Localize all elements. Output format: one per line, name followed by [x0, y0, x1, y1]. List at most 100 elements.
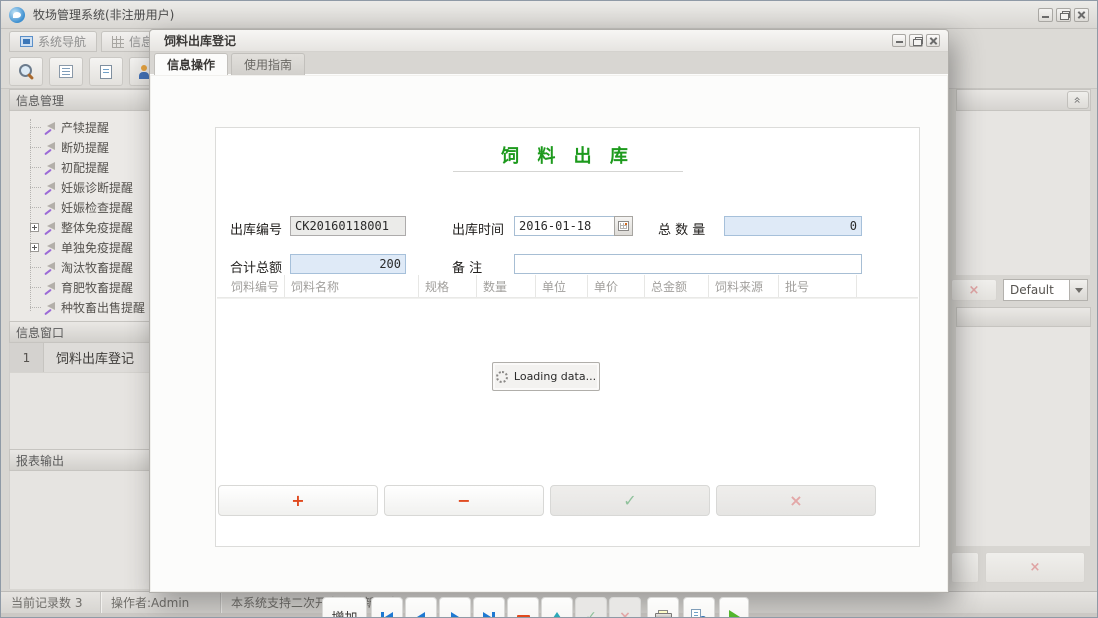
tree-item-pregnancy-check[interactable]: 妊娠检查提醒 [10, 197, 158, 217]
tab-label: 使用指南 [244, 58, 293, 72]
expand-plus-icon[interactable] [30, 222, 39, 232]
expand-plus-icon[interactable] [30, 242, 39, 252]
remove-row-button[interactable]: − [384, 485, 544, 516]
outbound-time-field[interactable] [514, 216, 614, 236]
list-item[interactable]: 1 饲料出库登记 [10, 343, 158, 373]
column-header[interactable]: 规格 [419, 275, 477, 297]
chevron-down-icon[interactable] [1069, 280, 1087, 300]
prev-record-button[interactable] [405, 597, 437, 617]
form-icon [59, 65, 73, 78]
column-header[interactable]: 数量 [477, 275, 536, 297]
total-qty-field[interactable] [724, 216, 862, 236]
print-button[interactable] [647, 597, 679, 617]
edit-record-button[interactable] [541, 597, 573, 617]
tab-user-guide[interactable]: 使用指南 [231, 53, 306, 75]
delete-record-button[interactable] [507, 597, 539, 617]
next-record-button[interactable] [439, 597, 471, 617]
first-record-icon [381, 611, 384, 617]
grid-icon [112, 35, 124, 48]
first-record-button[interactable] [371, 597, 403, 617]
tree-item-pregnancy-diagnosis[interactable]: 妊娠诊断提醒 [10, 177, 158, 197]
sidebar-section-info-window[interactable]: 信息窗口 [9, 321, 159, 343]
cancel-button[interactable]: × [716, 485, 876, 516]
column-header[interactable]: 总金额 [645, 275, 709, 297]
right-panel-body [956, 111, 1090, 275]
column-header[interactable]: 批号 [779, 275, 857, 297]
add-row-button[interactable]: + [218, 485, 378, 516]
background-cancel-button[interactable]: × [951, 279, 997, 301]
right-panel-body-2 [956, 327, 1090, 546]
last-record-icon [483, 611, 491, 617]
reminder-icon [44, 281, 57, 293]
tab-label: 信息操作 [167, 58, 216, 72]
cancel-record-button[interactable]: × [609, 597, 641, 617]
print-preview-button[interactable] [683, 597, 715, 617]
search-button[interactable] [9, 57, 43, 86]
reminder-icon [44, 221, 57, 233]
outbound-no-label: 出库编号 [230, 223, 283, 238]
column-header[interactable]: 单位 [536, 275, 588, 297]
tree-item-herd-immunity[interactable]: 整体免疫提醒 [10, 217, 158, 237]
default-combobox[interactable]: Default [1003, 279, 1088, 301]
dialog-body: 饲 料 出 库 出库编号 出库时间 总 数 量 合计总额 备 注 [151, 76, 947, 617]
reminder-icon [44, 181, 57, 193]
window-controls [1038, 8, 1089, 22]
add-record-button[interactable]: 增加 [322, 597, 367, 617]
column-header[interactable]: 饲料来源 [709, 275, 779, 297]
loading-indicator: Loading data... [492, 362, 600, 391]
remark-field[interactable] [514, 254, 862, 274]
tree-item-label: 淘汰牧畜提醒 [61, 260, 134, 275]
loading-text: Loading data... [513, 370, 597, 383]
reminder-icon [44, 121, 57, 133]
minimize-icon[interactable] [1038, 8, 1053, 22]
background-close-button[interactable]: × [985, 552, 1085, 583]
reminder-icon [44, 141, 57, 153]
tree-item-individual-immunity[interactable]: 单独免疫提醒 [10, 237, 158, 257]
outbound-time-group [514, 216, 633, 236]
section-title: 信息窗口 [16, 325, 65, 340]
record-navigator: 增加 ✓ × [151, 597, 947, 617]
app-logo-icon [9, 6, 25, 23]
tree-item-first-breeding[interactable]: 初配提醒 [10, 157, 158, 177]
nav-button[interactable]: 系统导航 [9, 31, 98, 52]
minus-icon: − [457, 491, 471, 510]
post-record-button[interactable]: ✓ [575, 597, 607, 617]
title-underline [453, 171, 683, 172]
form-button[interactable] [49, 57, 83, 86]
tree-item-label: 产犊提醒 [61, 120, 110, 135]
last-record-button[interactable] [473, 597, 505, 617]
collapse-button[interactable]: « [1067, 91, 1089, 109]
close-icon[interactable] [1074, 8, 1089, 22]
background-button[interactable] [951, 552, 979, 583]
confirm-button[interactable]: ✓ [550, 485, 710, 516]
document-button[interactable] [89, 57, 123, 86]
tab-info-operation[interactable]: 信息操作 [154, 53, 229, 75]
run-button[interactable] [719, 597, 749, 617]
printer-icon [654, 609, 672, 617]
column-header[interactable]: 单价 [588, 275, 645, 297]
column-header[interactable]: 饲料名称 [285, 275, 419, 297]
sidebar-section-info-mgmt[interactable]: 信息管理 [9, 89, 159, 111]
date-picker-button[interactable] [614, 216, 633, 236]
outbound-time-label: 出库时间 [452, 223, 505, 238]
tree-item-breeding-sale[interactable]: 种牧畜出售提醒 [10, 297, 158, 317]
feed-outbound-dialog: 饲料出库登记 信息操作 使用指南 饲 料 出 库 出库编号 出库时间 [149, 29, 949, 617]
tree-item-weaning[interactable]: 断奶提醒 [10, 137, 158, 157]
tree-item-fattening[interactable]: 育肥牧畜提醒 [10, 277, 158, 297]
outbound-no-field[interactable] [290, 216, 406, 236]
search-icon [18, 64, 34, 79]
total-amount-field[interactable] [290, 254, 406, 274]
reminder-icon [44, 161, 57, 173]
dialog-titlebar[interactable]: 饲料出库登记 [150, 30, 948, 52]
tree-item-culling[interactable]: 淘汰牧畜提醒 [10, 257, 158, 277]
dialog-minimize-icon[interactable] [892, 34, 906, 47]
plus-icon: + [291, 491, 305, 510]
column-header[interactable]: 饲料编号 [225, 275, 285, 297]
dialog-maximize-icon[interactable] [909, 34, 923, 47]
sidebar-section-report[interactable]: 报表输出 [9, 449, 159, 471]
dialog-close-icon[interactable] [926, 34, 940, 47]
restore-icon[interactable] [1056, 8, 1071, 22]
row-index: 1 [10, 343, 44, 372]
reminder-icon [44, 301, 57, 313]
tree-item-calving[interactable]: 产犊提醒 [10, 117, 158, 137]
